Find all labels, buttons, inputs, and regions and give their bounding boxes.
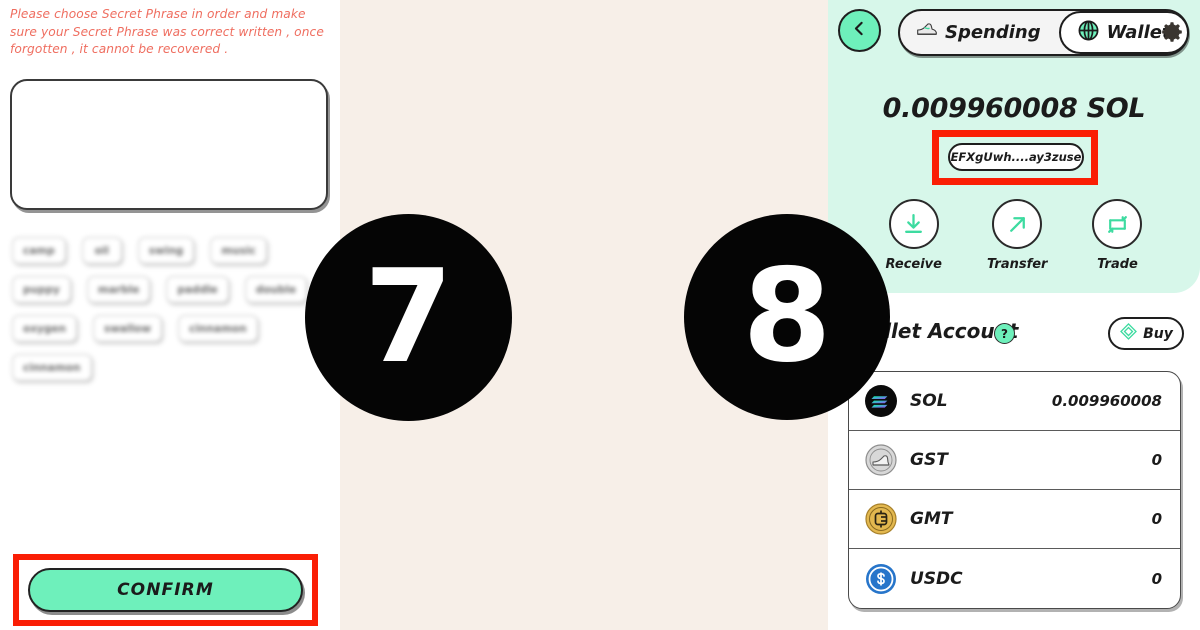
- trade-label: Trade: [1097, 257, 1138, 272]
- download-arrow-icon: [905, 213, 923, 233]
- confirm-button[interactable]: CONFIRM: [28, 568, 303, 612]
- arrow-up-right-icon: [1009, 216, 1025, 232]
- token-row-gst[interactable]: GST 0: [849, 431, 1180, 490]
- word-chip-pool: camp oil swing music puppy marble paddle…: [0, 237, 340, 427]
- step-number-8: 8: [684, 214, 890, 420]
- secret-phrase-warning: Please choose Secret Phrase in order and…: [10, 7, 324, 56]
- word-chip[interactable]: swallow: [92, 315, 163, 342]
- word-chip-row: puppy marble paddle double: [0, 276, 340, 303]
- word-chip[interactable]: paddle: [166, 276, 229, 303]
- word-chip[interactable]: cinnamon: [12, 354, 92, 381]
- swap-icon: [1108, 215, 1127, 233]
- buy-button[interactable]: Buy: [1108, 317, 1184, 350]
- wallet-address-pill[interactable]: EFXgUwh....ay3zuse: [948, 143, 1084, 171]
- receive-action[interactable]: Receive: [886, 199, 942, 272]
- screenshot-root: Please choose Secret Phrase in order and…: [0, 0, 1200, 630]
- token-amount: 0: [1151, 451, 1162, 469]
- word-chip[interactable]: marble: [86, 276, 151, 303]
- receive-button[interactable]: [888, 199, 939, 249]
- help-icon[interactable]: ?: [994, 323, 1015, 344]
- transfer-action[interactable]: Transfer: [986, 199, 1048, 272]
- buy-label: Buy: [1143, 325, 1173, 342]
- selected-phrase-box[interactable]: [10, 79, 328, 210]
- usdc-dollar-icon: [865, 563, 897, 595]
- receive-label: Receive: [885, 257, 942, 272]
- back-button[interactable]: [838, 9, 881, 52]
- wallet-balance: 0.009960008 SOL: [882, 93, 1146, 124]
- word-chip-row: cinnamon: [0, 354, 340, 381]
- word-chip[interactable]: oxygen: [12, 315, 77, 342]
- solana-icon: [865, 385, 897, 417]
- token-symbol: USDC: [910, 568, 963, 589]
- token-row-usdc[interactable]: USDC 0: [849, 549, 1180, 608]
- wallet-header: Spending Wallet 0.009960008 SOL EFXgUwh.…: [828, 0, 1200, 293]
- account-type-toggle[interactable]: Spending Wallet: [898, 9, 1189, 56]
- wallet-actions: Receive Transfer Trade: [828, 199, 1200, 272]
- transfer-button[interactable]: [992, 199, 1043, 249]
- settings-button[interactable]: [1158, 18, 1186, 46]
- tab-spending[interactable]: Spending: [914, 11, 1053, 54]
- word-chip[interactable]: camp: [12, 237, 66, 264]
- token-amount: 0: [1151, 569, 1162, 588]
- step-number-7: 7: [305, 214, 512, 421]
- word-chip[interactable]: double: [244, 276, 308, 303]
- token-amount: 0: [1151, 510, 1162, 528]
- token-symbol: GMT: [910, 509, 953, 529]
- token-list: SOL 0.009960008 GST 0 GMT 0 USDC 0: [848, 371, 1181, 609]
- trade-action[interactable]: Trade: [1092, 199, 1143, 272]
- word-chip[interactable]: oil: [81, 237, 122, 264]
- word-chip[interactable]: swing: [137, 237, 195, 264]
- wallet-top-bar: Spending Wallet: [828, 9, 1200, 57]
- word-chip-row: camp oil swing music: [0, 237, 340, 264]
- gmt-coin-icon: [865, 503, 897, 535]
- token-symbol: SOL: [910, 391, 948, 411]
- token-row-sol[interactable]: SOL 0.009960008: [849, 372, 1180, 431]
- tab-spending-label: Spending: [945, 22, 1041, 43]
- token-row-gmt[interactable]: GMT 0: [849, 490, 1180, 549]
- chevron-left-icon: [851, 20, 868, 42]
- diamond-icon: [1119, 322, 1138, 345]
- token-symbol: GST: [910, 450, 948, 470]
- word-chip[interactable]: puppy: [12, 276, 71, 303]
- word-chip[interactable]: cinnamon: [178, 315, 258, 342]
- trade-button[interactable]: [1092, 199, 1143, 249]
- secret-phrase-screen: Please choose Secret Phrase in order and…: [0, 0, 340, 630]
- globe-icon: [1077, 19, 1100, 47]
- gst-sneaker-icon: [865, 444, 897, 476]
- gear-icon: [1162, 22, 1182, 42]
- word-chip-row: oxygen swallow cinnamon: [0, 315, 340, 342]
- word-chip[interactable]: music: [210, 237, 267, 264]
- sneaker-icon: [916, 22, 938, 43]
- token-amount: 0.009960008: [1051, 392, 1162, 410]
- transfer-label: Transfer: [986, 257, 1048, 272]
